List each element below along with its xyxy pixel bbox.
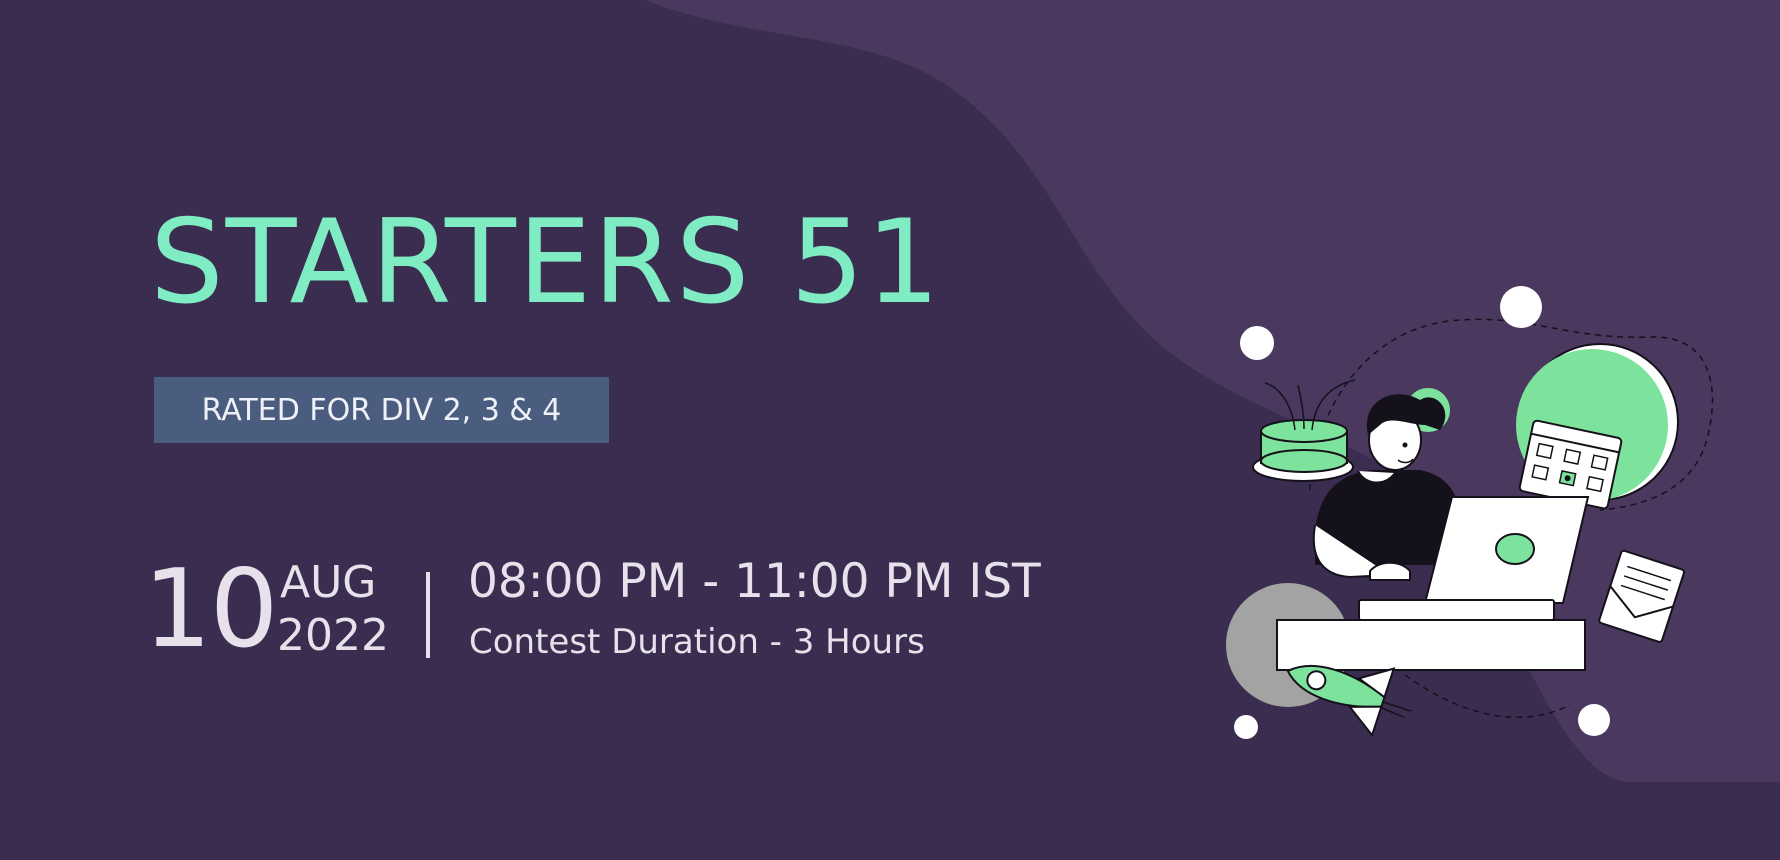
envelope-icon xyxy=(1598,549,1685,643)
desk xyxy=(1276,619,1586,671)
decor-dot xyxy=(1240,326,1274,360)
contest-title: STARTERS 51 xyxy=(150,195,942,330)
date-year: 2022 xyxy=(277,610,389,661)
contest-banner: STARTERS 51 RATED FOR DIV 2, 3 & 4 10 AU… xyxy=(0,0,1780,860)
date-divider xyxy=(426,572,430,658)
rating-badge: RATED FOR DIV 2, 3 & 4 xyxy=(154,377,609,443)
decor-dot xyxy=(1500,286,1542,328)
decor-dot xyxy=(1578,704,1610,736)
person-working-on-laptop-illustration xyxy=(1226,286,1714,739)
contest-duration: Contest Duration - 3 Hours xyxy=(469,622,925,662)
dashed-trail-path xyxy=(1404,674,1571,718)
rating-badge-label: RATED FOR DIV 2, 3 & 4 xyxy=(201,392,562,428)
date-day: 10 xyxy=(143,547,278,672)
date-month: AUG xyxy=(280,557,377,608)
contest-time-range: 08:00 PM - 11:00 PM IST xyxy=(468,554,1041,609)
decor-dot xyxy=(1234,715,1258,739)
